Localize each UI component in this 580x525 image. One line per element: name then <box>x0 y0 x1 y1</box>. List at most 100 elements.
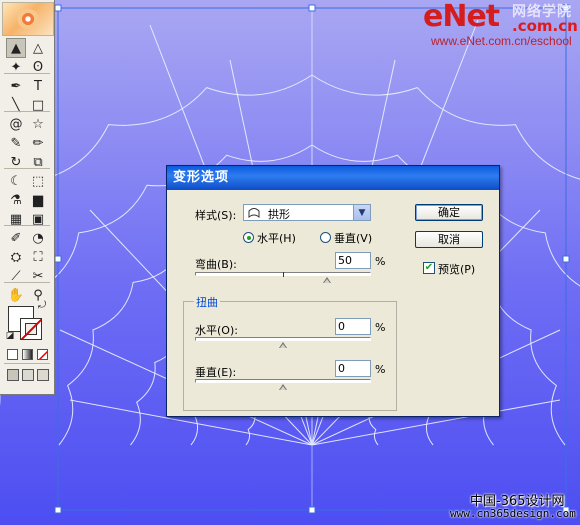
preview-checkbox[interactable]: ✔ <box>423 262 435 274</box>
gradient-tool[interactable]: ▣ <box>28 209 48 229</box>
full-screen-mode-icon[interactable] <box>37 369 49 381</box>
selection-handle <box>308 506 316 514</box>
eyedropper-tool[interactable]: ✐ <box>6 228 26 248</box>
selection-handle <box>54 255 62 263</box>
cancel-button[interactable]: 取消 <box>415 231 483 248</box>
chevron-down-icon[interactable]: ▼ <box>353 205 370 220</box>
color-mode-icon[interactable] <box>7 349 18 360</box>
horizontal-radio[interactable] <box>243 232 254 243</box>
blend-tool[interactable]: ◔ <box>28 228 48 248</box>
none-mode-icon[interactable] <box>37 349 48 360</box>
selection-handle <box>54 506 62 514</box>
enet-domain-text: .com.cn <box>512 17 578 35</box>
blend-icon: ◔ <box>32 230 44 246</box>
horizontal-distortion-input[interactable]: 0 <box>335 318 371 335</box>
stroke-swatch[interactable] <box>20 318 42 340</box>
pencil-icon: ✏ <box>32 135 44 151</box>
horizontal-distortion-slider-thumb[interactable] <box>279 342 287 348</box>
pencil-tool[interactable]: ✏ <box>28 133 48 153</box>
hollow-arrow-icon: △ <box>33 40 43 56</box>
toolbox-divider <box>4 363 50 364</box>
bend-label: 弯曲(B): <box>195 258 237 271</box>
paintbrush-tool[interactable]: ✎ <box>6 133 26 153</box>
preview-label[interactable]: 预览(P) <box>438 261 475 277</box>
live-paint-tool[interactable]: ⛭ <box>6 247 26 267</box>
bend-slider-center-tick <box>283 272 284 277</box>
ok-button[interactable]: 确定 <box>415 204 483 221</box>
graph-icon: ▆ <box>33 192 43 208</box>
rotate-tool[interactable]: ↻ <box>6 152 26 172</box>
live-paint-selection-tool[interactable]: ⛶ <box>28 247 48 267</box>
scale-icon: ⧉ <box>33 154 43 170</box>
selection-handle <box>562 255 570 263</box>
enet-url-text: www.eNet.com.cn/eschool <box>431 34 572 48</box>
free-transform-tool[interactable]: ⬚ <box>28 171 48 191</box>
slice-icon: ⟋ <box>11 268 21 284</box>
selection-tool[interactable]: ▲ <box>6 38 26 58</box>
toolbox-divider <box>4 225 50 226</box>
dialog-title[interactable]: 变形选项 <box>167 166 499 190</box>
free-transform-icon: ⬚ <box>31 173 45 189</box>
hand-tool[interactable]: ✋ <box>6 285 26 305</box>
rotate-icon: ↻ <box>10 154 22 170</box>
standard-screen-mode-icon[interactable] <box>7 369 19 381</box>
vertical-distortion-slider-thumb[interactable] <box>279 384 287 390</box>
type-tool[interactable]: T <box>28 76 48 96</box>
flower-icon <box>17 9 39 29</box>
style-dropdown[interactable]: 拱形 ▼ <box>243 204 371 221</box>
rectangle-tool[interactable]: □ <box>28 95 48 115</box>
tools-panel: ▲ △ ✦ ʘ ✒ T ╲ □ @ ☆ ✎ ✏ ↻ ⧉ ☾ ⬚ ⚗ ▆ ▦ ▣ ✐ ◔ ⛭ ⛶ ⟋ ✂ ✋ ⚲ ⤾ ◪ <box>0 0 55 395</box>
horizontal-distortion-percent: % <box>375 321 386 334</box>
vertical-radio[interactable] <box>320 232 331 243</box>
scissors-tool[interactable]: ✂ <box>28 266 48 286</box>
symbol-sprayer-tool[interactable]: ⚗ <box>6 190 26 210</box>
spiral-tool[interactable]: @ <box>6 114 26 134</box>
line-icon: ╲ <box>12 97 20 113</box>
vertical-radio-label[interactable]: 垂直(V) <box>334 230 372 246</box>
line-tool[interactable]: ╲ <box>6 95 26 115</box>
cn365-url-watermark: www.cn365design.com <box>450 507 576 520</box>
type-icon: T <box>34 78 42 94</box>
spiral-icon: @ <box>9 116 23 132</box>
eyedropper-icon: ✐ <box>10 230 22 246</box>
star-icon: ☆ <box>32 116 44 132</box>
horizontal-radio-label[interactable]: 水平(H) <box>257 230 296 246</box>
mesh-tool[interactable]: ▦ <box>6 209 26 229</box>
swap-fill-stroke-icon[interactable]: ⤾ <box>36 300 48 312</box>
slice-tool[interactable]: ⟋ <box>6 266 26 286</box>
arrow-icon: ▲ <box>11 40 21 56</box>
toolbox-divider <box>4 73 50 74</box>
graph-tool[interactable]: ▆ <box>28 190 48 210</box>
horizontal-distortion-label: 水平(O): <box>195 324 238 337</box>
bend-slider-thumb[interactable] <box>323 277 331 283</box>
magic-wand-tool[interactable]: ✦ <box>6 57 26 77</box>
warp-options-dialog: 变形选项 样式(S): 拱形 ▼ 确定 取消 ✔ 预览(P) 水平(H) 垂直(… <box>166 165 500 417</box>
lasso-icon: ʘ <box>32 59 44 75</box>
horizontal-distortion-slider-track[interactable] <box>195 337 371 341</box>
toolbox-divider <box>4 282 50 283</box>
vertical-distortion-label: 垂直(E): <box>195 366 237 379</box>
gradient-icon: ▣ <box>31 211 45 227</box>
default-colors-icon[interactable]: ◪ <box>4 330 16 342</box>
hand-icon: ✋ <box>7 287 25 303</box>
vertical-distortion-slider-track[interactable] <box>195 379 371 383</box>
full-screen-menu-mode-icon[interactable] <box>22 369 34 381</box>
pen-tool[interactable]: ✒ <box>6 76 26 96</box>
scale-tool[interactable]: ⧉ <box>28 152 48 172</box>
vertical-distortion-input[interactable]: 0 <box>335 360 371 377</box>
paintbrush-icon: ✎ <box>10 135 22 151</box>
arc-style-icon <box>248 208 260 218</box>
direct-selection-tool[interactable]: △ <box>28 38 48 58</box>
bend-input[interactable]: 50 <box>335 252 371 269</box>
wand-icon: ✦ <box>10 59 22 75</box>
star-tool[interactable]: ☆ <box>28 114 48 134</box>
live-paint-selection-icon: ⛶ <box>33 249 43 265</box>
enet-logo: eNet <box>423 0 500 34</box>
live-paint-icon: ⛭ <box>10 249 22 265</box>
gradient-mode-icon[interactable] <box>22 349 33 360</box>
app-logo <box>2 2 54 36</box>
distortion-group-title: 扭曲 <box>194 294 220 310</box>
sprayer-icon: ⚗ <box>10 192 22 208</box>
lasso-tool[interactable]: ʘ <box>28 57 48 77</box>
warp-tool[interactable]: ☾ <box>6 171 26 191</box>
